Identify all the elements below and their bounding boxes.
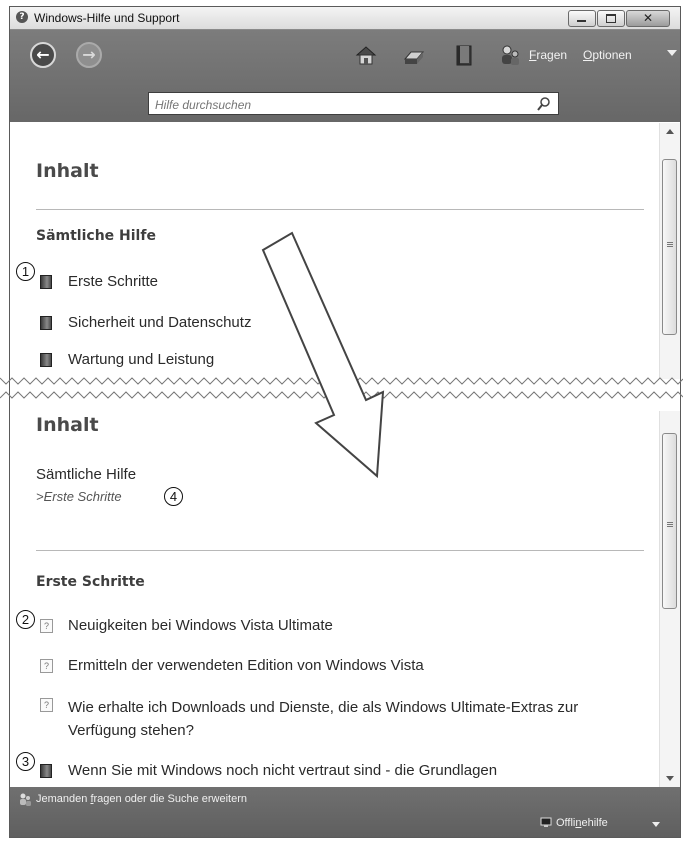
- all-help-heading: Sämtliche Hilfe: [36, 228, 156, 244]
- help-topic-icon: ?: [40, 698, 53, 712]
- ask-people-icon: [20, 793, 31, 806]
- close-button[interactable]: ✕: [626, 10, 670, 27]
- ask-people-icon[interactable]: [498, 43, 522, 67]
- contents-heading: Inhalt: [36, 414, 99, 436]
- options-link-accesskey: O: [583, 48, 593, 62]
- topic-label: Wenn Sie mit Windows noch nicht vertraut…: [68, 762, 498, 779]
- callout-2: 2: [16, 610, 35, 629]
- forward-button[interactable]: →: [76, 42, 102, 68]
- callout-3: 3: [16, 752, 35, 771]
- ask-someone-link[interactable]: Jemanden fragen oder die Suche erweitern: [36, 793, 247, 805]
- maximize-icon: [598, 11, 624, 26]
- ask-link[interactable]: Fragen: [529, 48, 567, 62]
- scroll-thumb[interactable]: [662, 433, 677, 609]
- minimize-icon: [569, 11, 595, 26]
- ask-link-rest: ragen: [536, 48, 568, 62]
- forward-arrow-icon: →: [82, 45, 96, 64]
- topic-label: Wartung und Leistung: [68, 351, 215, 368]
- grip-icon: [667, 242, 673, 243]
- scroll-thumb[interactable]: [662, 159, 677, 335]
- back-button[interactable]: ←: [30, 42, 56, 68]
- divider: [36, 550, 644, 551]
- scrollbar[interactable]: [659, 411, 680, 787]
- divider: [36, 209, 644, 210]
- search-box: [148, 92, 559, 115]
- book-icon: [40, 353, 52, 367]
- minimize-button[interactable]: [568, 10, 596, 27]
- breadcrumb-current: >Erste Schritte: [36, 489, 122, 504]
- topic-label: Wie erhalte ich Downloads und Dienste, d…: [68, 699, 579, 739]
- breadcrumb-all-help-link[interactable]: Sämtliche Hilfe: [36, 466, 136, 483]
- scroll-down-icon[interactable]: [666, 776, 674, 781]
- first-steps-heading: Erste Schritte: [36, 574, 145, 590]
- topic-label: Sicherheit und Datenschutz: [68, 314, 252, 331]
- search-icon[interactable]: [536, 96, 552, 112]
- book-icon: [40, 275, 52, 289]
- options-link[interactable]: Optionen: [583, 48, 632, 62]
- cut-gap: [10, 379, 680, 411]
- topic-label: Erste Schritte: [68, 273, 159, 290]
- status-bar: Jemanden fragen oder die Suche erweitern…: [10, 787, 680, 837]
- search-input[interactable]: [153, 95, 517, 114]
- offline-help-icon: [540, 817, 552, 827]
- callout-1: 1: [16, 262, 35, 281]
- topic-label: Ermitteln der verwendeten Edition von Wi…: [68, 657, 424, 674]
- book-icon: [40, 316, 52, 330]
- book-icon: [40, 764, 52, 778]
- offline-dropdown-icon[interactable]: [652, 822, 660, 827]
- close-icon: ✕: [642, 11, 654, 25]
- help-topic-icon: ?: [40, 619, 53, 633]
- ask-link-accesskey: F: [529, 48, 537, 62]
- callout-4: 4: [164, 487, 183, 506]
- maximize-button[interactable]: [597, 10, 625, 27]
- help-icon: ?: [16, 11, 28, 23]
- offline-text-rest: ehilfe: [581, 817, 608, 829]
- help-topic-icon: ?: [40, 659, 53, 673]
- contents-heading: Inhalt: [36, 160, 99, 182]
- contents-panel-after: Inhalt Sämtliche Hilfe >Erste Schritte E…: [10, 411, 680, 787]
- print-icon[interactable]: [402, 43, 426, 67]
- options-link-rest: ptionen: [592, 48, 632, 62]
- scrollbar[interactable]: [659, 123, 680, 379]
- window-title: Windows-Hilfe und Support: [34, 11, 180, 25]
- options-dropdown-icon[interactable]: [667, 50, 677, 56]
- title-bar: ? Windows-Hilfe und Support ✕: [10, 7, 680, 30]
- scroll-up-icon[interactable]: [666, 129, 674, 134]
- browse-help-icon[interactable]: [452, 43, 476, 67]
- home-icon[interactable]: [354, 43, 378, 67]
- back-arrow-icon: ←: [36, 45, 50, 64]
- topic-label: Neuigkeiten bei Windows Vista Ultimate: [68, 617, 333, 634]
- help-window: ? Windows-Hilfe und Support ✕ ← → Fragen…: [9, 6, 681, 838]
- contents-panel-before: Inhalt Sämtliche Hilfe Erste Schritte Si…: [10, 123, 680, 379]
- offline-help-button[interactable]: Offlinehilfe: [556, 817, 608, 829]
- grip-icon: [667, 522, 673, 523]
- toolbar: ← → Fragen Optionen: [10, 30, 680, 122]
- offline-text: Offli: [556, 817, 576, 829]
- ask-text-rest: ragen oder die Suche erweitern: [93, 793, 247, 805]
- ask-text: Jemanden: [36, 793, 91, 805]
